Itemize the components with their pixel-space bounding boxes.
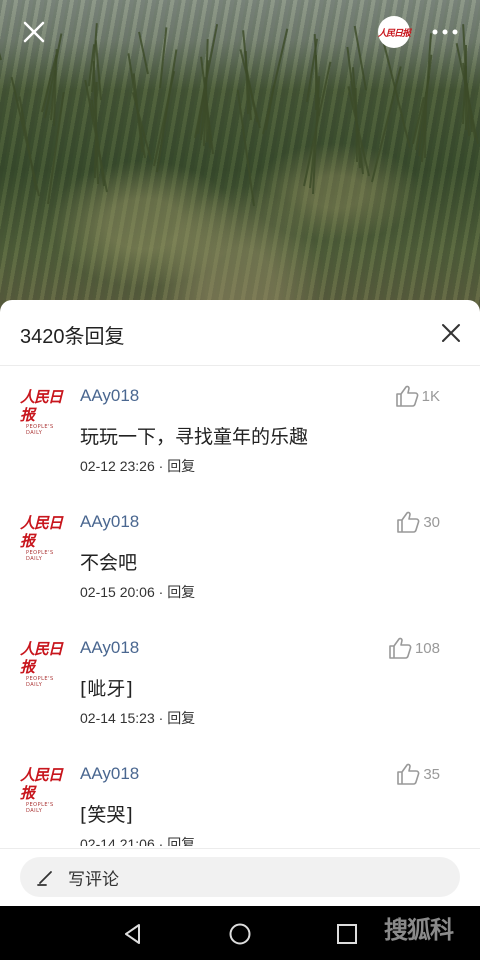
comment-meta: 02-14 15:23 · 回复 — [80, 708, 195, 728]
comment-item: 人民日报 PEOPLE'S DAILY AAy018 108 [呲牙] 02-1… — [0, 618, 480, 744]
grass-blade — [159, 27, 168, 89]
grass-blade — [0, 21, 2, 61]
avatar-logo-text: 人民日报 — [20, 388, 63, 424]
back-icon[interactable] — [120, 921, 146, 947]
pencil-icon — [37, 871, 52, 886]
avatar-logo-subtext: PEOPLE'S DAILY — [26, 676, 54, 688]
video-background — [0, 0, 480, 320]
meta-separator: · — [154, 710, 168, 726]
avatar-logo-subtext: PEOPLE'S DAILY — [26, 424, 54, 436]
thumbs-up-icon — [397, 511, 420, 533]
meta-separator: · — [154, 458, 168, 474]
avatar-logo-text: 人民日报 — [20, 640, 63, 676]
home-icon[interactable] — [227, 921, 253, 947]
avatar-logo-text: 人民日报 — [20, 766, 63, 802]
grass-blade — [371, 66, 402, 183]
reply-link[interactable]: 回复 — [167, 584, 195, 600]
like-button[interactable]: 108 — [387, 636, 440, 660]
comment-username[interactable]: AAy018 — [80, 512, 139, 532]
avatar-logo-text: 人民日报 — [20, 514, 63, 550]
like-button[interactable]: 35 — [395, 762, 440, 786]
comment-time: 02-12 23:26 — [80, 458, 155, 474]
grass-blade — [47, 91, 65, 205]
comment-username[interactable]: AAy018 — [80, 386, 139, 406]
thumbs-up-icon — [389, 637, 412, 659]
write-comment-input[interactable]: 写评论 — [20, 857, 460, 897]
grass-blade — [18, 96, 37, 191]
comment-text: [呲牙] — [80, 678, 133, 700]
thumbs-up-icon — [395, 385, 419, 407]
comment-item: 人民日报 PEOPLE'S DAILY AAy018 30 不会吧 02-15 … — [0, 492, 480, 618]
grass-blade — [153, 70, 176, 167]
comment-text: 不会吧 — [80, 552, 138, 574]
like-count: 30 — [423, 513, 440, 531]
avatar[interactable]: 人民日报 PEOPLE'S DAILY — [20, 640, 68, 688]
comment-item: 人民日报 PEOPLE'S DAILY AAy018 35 [笑哭] 02-14… — [0, 744, 480, 846]
comment-item: 人民日报 PEOPLE'S DAILY AAy018 1K 玩玩一下，寻找童年的… — [0, 366, 480, 492]
reply-link[interactable]: 回复 — [167, 458, 195, 474]
reply-link[interactable]: 回复 — [167, 836, 195, 846]
close-comments-icon[interactable] — [440, 322, 462, 344]
avatar-logo-subtext: PEOPLE'S DAILY — [26, 550, 54, 562]
watermark: 搜狐科 — [384, 915, 454, 944]
like-count: 108 — [414, 639, 440, 657]
comment-meta: 02-15 20:06 · 回复 — [80, 582, 195, 602]
like-button[interactable]: 1K — [394, 384, 440, 408]
comments-header: 3420条回复 — [0, 300, 480, 366]
comment-meta: 02-14 21:06 · 回复 — [80, 834, 195, 846]
comment-time: 02-15 20:06 — [80, 584, 155, 600]
write-comment-label: 写评论 — [68, 869, 119, 890]
comment-time: 02-14 15:23 — [80, 710, 155, 726]
publisher-logo-text: 人民日报 — [378, 28, 411, 39]
comment-meta: 02-12 23:26 · 回复 — [80, 456, 195, 476]
grass-blade — [138, 31, 149, 75]
comment-username[interactable]: AAy018 — [80, 764, 139, 784]
like-count: 35 — [423, 765, 440, 783]
reply-link[interactable]: 回复 — [167, 710, 195, 726]
meta-separator: · — [154, 836, 168, 846]
grass-blade — [353, 25, 367, 91]
comment-time: 02-14 21:06 — [80, 836, 155, 846]
comments-count-title: 3420条回复 — [20, 326, 125, 348]
like-button[interactable]: 30 — [395, 510, 440, 534]
recent-apps-icon[interactable] — [334, 921, 360, 947]
avatar[interactable]: 人民日报 PEOPLE'S DAILY — [20, 514, 68, 562]
thumbs-up-icon — [397, 763, 420, 785]
publisher-logo[interactable]: 人民日报 — [378, 16, 411, 48]
avatar-logo-subtext: PEOPLE'S DAILY — [26, 802, 54, 814]
grass-blade — [262, 28, 289, 135]
grass-blade — [132, 73, 143, 153]
comment-list[interactable]: 人民日报 PEOPLE'S DAILY AAy018 1K 玩玩一下，寻找童年的… — [0, 366, 480, 846]
close-video-icon[interactable] — [20, 18, 48, 46]
grass-blade — [382, 40, 411, 149]
like-count: 1K — [421, 387, 440, 405]
meta-separator: · — [154, 584, 168, 600]
comments-sheet: 3420条回复 人民日报 PEOPLE'S DAILY AAy018 1K 玩玩… — [0, 300, 480, 906]
write-comment-bar: 写评论 — [0, 848, 480, 906]
comment-text: [笑哭] — [80, 804, 133, 826]
avatar[interactable]: 人民日报 PEOPLE'S DAILY — [20, 388, 68, 436]
comment-username[interactable]: AAy018 — [80, 638, 139, 658]
comment-text: 玩玩一下，寻找童年的乐趣 — [80, 426, 309, 448]
avatar[interactable]: 人民日报 PEOPLE'S DAILY — [20, 766, 68, 814]
more-options-icon[interactable] — [430, 22, 460, 42]
